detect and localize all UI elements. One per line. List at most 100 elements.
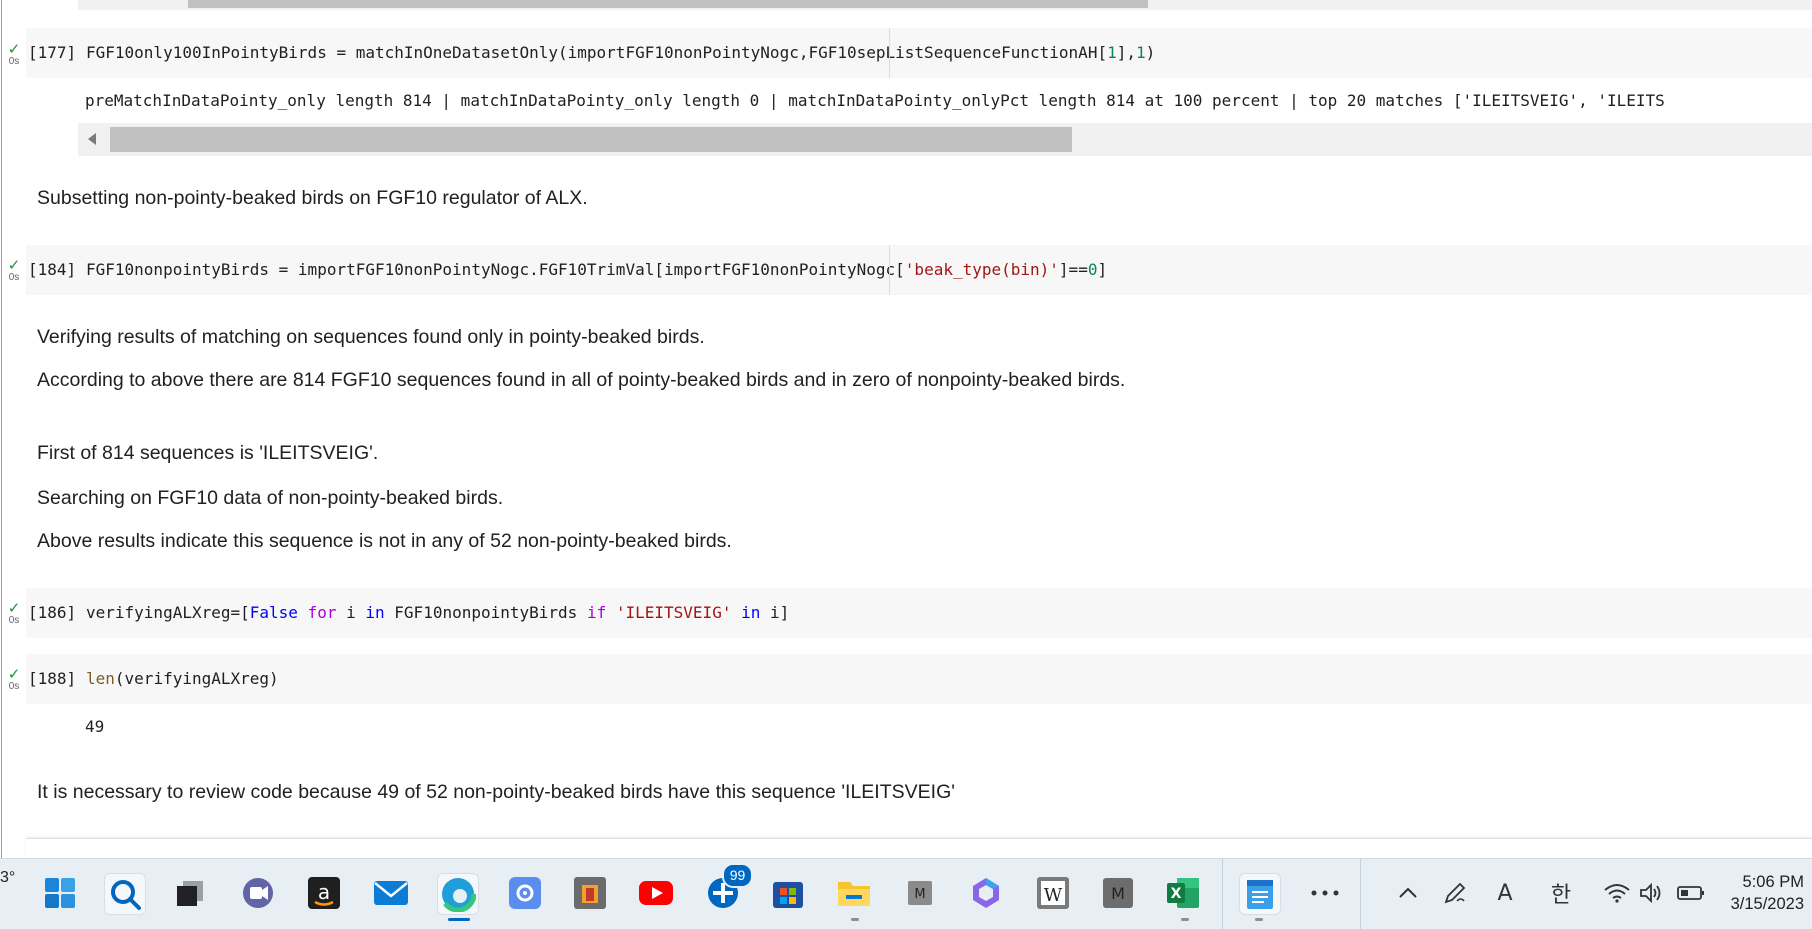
markdown-first: First of 814 sequences is 'ILEITSVEIG'.	[37, 442, 379, 464]
clock[interactable]: 5:06 PM 3/15/2023	[1731, 871, 1804, 915]
code-token: i	[336, 603, 366, 622]
output-177: preMatchInDataPointy_only length 814 | m…	[85, 91, 1665, 110]
battery-icon[interactable]	[1674, 873, 1708, 913]
svg-text:M: M	[1111, 884, 1125, 903]
ime-mode-label[interactable]: A	[1490, 873, 1520, 913]
cell-184-status: ✓ 0s	[4, 258, 24, 284]
wifi-icon[interactable]	[1602, 873, 1632, 913]
settings-icon[interactable]	[505, 873, 545, 913]
cell-divider	[889, 28, 890, 78]
code-token: i]	[760, 603, 790, 622]
running-indicator	[851, 918, 859, 921]
exec-count-186: [186]	[28, 603, 77, 622]
markdown-above: Above results indicate this sequence is …	[37, 530, 732, 552]
running-indicator	[1181, 918, 1189, 921]
svg-text:a: a	[318, 880, 330, 904]
notepad-icon[interactable]	[1239, 873, 1281, 915]
code-cell-188[interactable]: [188] len(verifyingALXreg)	[26, 654, 1812, 704]
svg-text:W: W	[1044, 885, 1063, 906]
code-cell-184[interactable]: [184] FGF10nonpointyBirds = importFGF10n…	[26, 245, 1812, 295]
output-177-scrollbar[interactable]	[78, 123, 1812, 156]
code-token: ]==	[1058, 260, 1088, 279]
markdown-according: According to above there are 814 FGF10 s…	[37, 369, 1126, 391]
code-token: if	[586, 603, 607, 622]
code-line-177[interactable]: FGF10only100InPointyBirds = matchInOneDa…	[86, 43, 1155, 62]
output-188: 49	[85, 717, 105, 736]
weather-temp[interactable]: 3°	[0, 869, 15, 887]
running-indicator	[1255, 918, 1263, 921]
volume-icon[interactable]	[1636, 873, 1666, 913]
store-bag-icon[interactable]	[570, 873, 610, 913]
code-token: ],	[1116, 43, 1136, 62]
code-token: 'beak_type(bin)'	[904, 260, 1059, 279]
code-token: )	[1145, 43, 1156, 62]
app-m-icon[interactable]: M	[1098, 873, 1138, 913]
notebook-area: ✓ 0s [177] FGF10only100InPointyBirds = m…	[0, 0, 1812, 858]
code-token: 'ILEITSVEIG'	[615, 603, 732, 622]
taskbar-separator	[1360, 859, 1361, 929]
copilot-icon[interactable]	[966, 873, 1006, 913]
code-token: verifyingALXreg=[	[86, 603, 250, 622]
code-token: False	[249, 603, 298, 622]
cell-184-time: 0s	[8, 272, 20, 283]
code-token: 1	[1135, 43, 1146, 62]
pen-icon[interactable]	[1440, 873, 1470, 913]
edge-running-indicator	[448, 918, 470, 921]
check-icon: ✓	[7, 40, 21, 58]
excel-icon[interactable]: X	[1163, 873, 1203, 913]
chevron-up-icon[interactable]	[1393, 873, 1423, 913]
edge-icon[interactable]	[437, 873, 479, 915]
start-icon[interactable]	[40, 873, 80, 913]
mail-icon[interactable]	[371, 873, 411, 913]
more-icon[interactable]	[1305, 873, 1345, 913]
cell-186-time: 0s	[8, 615, 20, 626]
prev-output-scroll-thumb[interactable]	[188, 0, 1148, 8]
cell-188-status: ✓ 0s	[4, 667, 24, 693]
scroll-left-icon[interactable]	[88, 133, 96, 145]
code-cell-177[interactable]: [177] FGF10only100InPointyBirds = matchI…	[26, 28, 1812, 78]
markdown-subsetting: Subsetting non-pointy-beaked birds on FG…	[37, 187, 588, 209]
code-token: in	[741, 603, 761, 622]
ms-store-icon[interactable]	[768, 873, 808, 913]
prev-output-scrollbar[interactable]	[78, 0, 1812, 10]
cell-186-status: ✓ 0s	[4, 601, 24, 627]
code-token: FGF10nonpointyBirds	[384, 603, 587, 622]
left-border	[1, 0, 2, 858]
code-token: FGF10nonpointyBirds = importFGF10nonPoin…	[86, 260, 905, 279]
task-view-icon[interactable]	[170, 873, 210, 913]
exec-count-184: [184]	[28, 260, 77, 279]
clock-time: 5:06 PM	[1742, 873, 1804, 891]
markdown-necessary: It is necessary to review code because 4…	[37, 781, 955, 803]
code-cell-186[interactable]: [186] verifyingALXreg=[False for i in FG…	[26, 588, 1812, 638]
code-token: 1	[1107, 43, 1117, 62]
youtube-icon[interactable]	[636, 873, 676, 913]
cell-177-time: 0s	[8, 56, 20, 67]
file-explorer-icon[interactable]	[834, 873, 874, 913]
markdown-verifying: Verifying results of matching on sequenc…	[37, 326, 705, 348]
code-token: FGF10only100InPointyBirds = matchInOneDa…	[86, 43, 1108, 62]
code-token: len	[86, 669, 115, 688]
ime-korean-label[interactable]: 한	[1546, 873, 1576, 913]
search-icon[interactable]	[104, 873, 146, 915]
code-line-188[interactable]: len(verifyingALXreg)	[86, 669, 279, 688]
exec-count-188: [188]	[28, 669, 77, 688]
exec-count-177: [177]	[28, 43, 77, 62]
code-line-184[interactable]: FGF10nonpointyBirds = importFGF10nonPoin…	[86, 260, 1107, 279]
code-line-186[interactable]: verifyingALXreg=[False for i in FGF10non…	[86, 603, 789, 622]
wikipedia-icon[interactable]: W	[1033, 873, 1073, 913]
svg-text:M: M	[914, 887, 925, 902]
app-m-small-icon[interactable]: M	[900, 873, 940, 913]
taskbar-separator	[1222, 859, 1223, 929]
svg-text:X: X	[1171, 886, 1182, 902]
check-icon: ✓	[7, 665, 21, 683]
amazon-icon[interactable]: a	[304, 873, 344, 913]
check-icon: ✓	[7, 599, 21, 617]
cell-177-status: ✓ 0s	[4, 42, 24, 68]
cell-divider	[889, 245, 890, 295]
teams-chat-icon[interactable]	[238, 873, 278, 913]
taskbar: 3° a M W M X 99 A 한 5:06 PM 3/15/2023	[0, 858, 1812, 929]
output-177-scroll-thumb[interactable]	[110, 127, 1072, 152]
